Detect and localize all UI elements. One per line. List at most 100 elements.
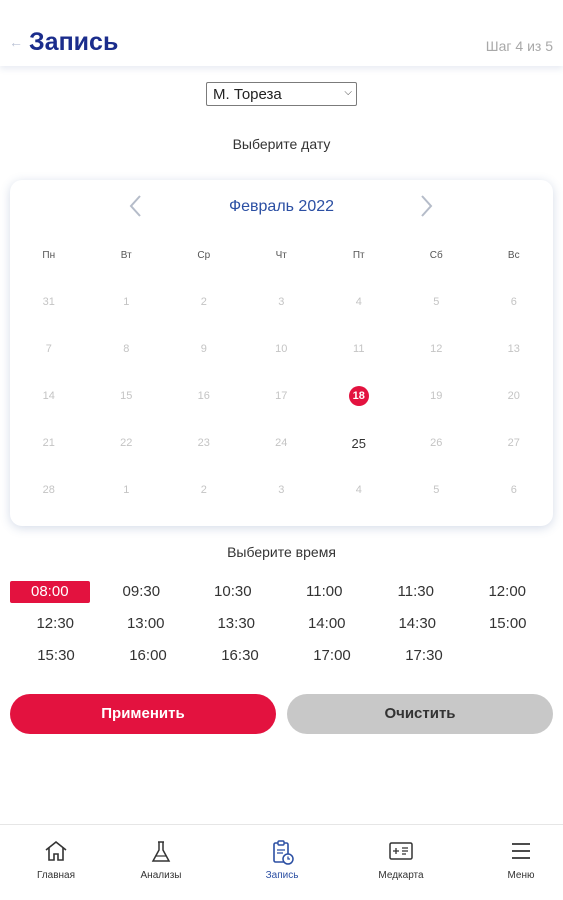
calendar-day: 13 [507, 343, 520, 355]
time-slot[interactable]: 12:00 [462, 579, 553, 611]
calendar-day: 22 [120, 437, 133, 449]
time-slot[interactable]: 16:00 [102, 643, 194, 675]
calendar-day: 11 [353, 343, 365, 355]
clipboard-icon [226, 839, 338, 865]
time-slot[interactable]: 13:30 [191, 611, 282, 643]
calendar-day: 31 [42, 296, 55, 308]
time-row: 15:30 16:00 16:30 17:00 17:30 [10, 643, 553, 675]
selected-day-marker: 18 [348, 386, 369, 406]
step-indicator: Шаг 4 из 5 [485, 38, 553, 54]
calendar-day: 1 [123, 296, 130, 308]
calendar-day: 2 [200, 484, 207, 496]
time-slot[interactable]: 17:00 [286, 643, 378, 675]
time-slot[interactable]: 10:30 [187, 579, 278, 611]
calendar-week: 7 8 9 10 11 12 13 [10, 326, 553, 373]
time-slot[interactable]: 09:30 [96, 579, 187, 611]
apply-button[interactable]: Применить [10, 694, 276, 734]
time-slot-selected[interactable]: 08:00 [10, 581, 90, 603]
calendar-day: 17 [275, 390, 288, 402]
chevron-right-icon[interactable] [414, 192, 438, 220]
calendar-day: 9 [200, 343, 207, 355]
clinic-select[interactable]: М. Тореза ⌵ [206, 82, 357, 106]
tab-medcard[interactable]: Медкарта [345, 825, 457, 900]
bottom-tab-bar: Главная Анализы Запись Медкарта Меню [0, 824, 563, 900]
calendar-week: 14 15 16 17 18 19 20 [10, 373, 553, 420]
calendar-day-available[interactable]: 25 [320, 420, 398, 467]
calendar-day: 16 [197, 390, 210, 402]
calendar: Февраль 2022 Пн Вт Ср Чт Пт Сб Вс 31 1 2… [10, 180, 553, 526]
tab-label: Меню [507, 870, 535, 881]
back-arrow-icon[interactable]: ← [9, 34, 23, 50]
time-slot[interactable]: 17:30 [378, 643, 470, 675]
calendar-day: 6 [510, 484, 517, 496]
time-slot[interactable]: 13:00 [101, 611, 192, 643]
calendar-day: 19 [430, 390, 443, 402]
weekday-label: Чт [275, 250, 287, 261]
tab-menu[interactable]: Меню [465, 825, 563, 900]
time-slot[interactable]: 11:00 [279, 579, 370, 611]
calendar-day: 10 [275, 343, 288, 355]
weekday-label: Вт [120, 250, 132, 261]
tab-home[interactable]: Главная [0, 825, 112, 900]
tab-appointment[interactable]: Запись [226, 825, 338, 900]
weekday-label: Ср [197, 250, 211, 261]
calendar-day: 12 [430, 343, 443, 355]
clinic-select-value: М. Тореза [213, 86, 282, 103]
calendar-week: 31 1 2 3 4 5 6 [10, 279, 553, 326]
time-slot[interactable]: 12:30 [10, 611, 101, 643]
calendar-day: 15 [120, 390, 133, 402]
app-header: ← Запись Шаг 4 из 5 [0, 0, 563, 66]
calendar-grid: Пн Вт Ср Чт Пт Сб Вс 31 1 2 3 4 5 6 7 8 … [10, 232, 553, 514]
tab-label: Анализы [140, 870, 182, 881]
calendar-day: 20 [507, 390, 520, 402]
time-label: Выберите время [227, 544, 336, 560]
time-slot[interactable]: 15:00 [463, 611, 554, 643]
calendar-day: 23 [197, 437, 210, 449]
calendar-day: 3 [278, 484, 285, 496]
home-icon [0, 839, 112, 865]
calendar-day: 5 [433, 484, 440, 496]
calendar-day: 24 [275, 437, 288, 449]
weekday-label: Сб [429, 250, 443, 261]
time-slot[interactable]: 15:30 [10, 643, 102, 675]
calendar-day: 6 [510, 296, 517, 308]
calendar-day: 4 [355, 296, 362, 308]
tab-label: Главная [36, 870, 76, 881]
time-slots: 08:00 09:30 10:30 11:00 11:30 12:00 12:3… [10, 579, 553, 675]
page-title: Запись [29, 28, 119, 56]
calendar-week: 21 22 23 24 25 26 27 [10, 420, 553, 467]
calendar-day: 8 [123, 343, 130, 355]
weekday-row: Пн Вт Ср Чт Пт Сб Вс [10, 232, 553, 279]
calendar-day: 21 [42, 437, 55, 449]
date-label: Выберите дату [232, 136, 331, 152]
medcard-icon [345, 839, 457, 865]
tab-label: Медкарта [378, 870, 424, 881]
time-slot[interactable]: 11:30 [370, 579, 461, 611]
clear-button[interactable]: Очистить [287, 694, 553, 734]
time-row: 08:00 09:30 10:30 11:00 11:30 12:00 [10, 579, 553, 611]
time-row: 12:30 13:00 13:30 14:00 14:30 15:00 [10, 611, 553, 643]
tab-analyses[interactable]: Анализы [105, 825, 217, 900]
calendar-month-title: Февраль 2022 [228, 198, 335, 215]
calendar-day-selected[interactable]: 18 [320, 373, 398, 420]
time-slot[interactable]: 14:00 [282, 611, 373, 643]
time-slot[interactable]: 14:30 [372, 611, 463, 643]
time-slot[interactable]: 16:30 [194, 643, 286, 675]
calendar-day: 2 [200, 296, 207, 308]
weekday-label: Пн [42, 250, 56, 261]
calendar-day: 5 [433, 296, 440, 308]
chevron-down-icon: ⌵ [344, 87, 352, 98]
weekday-label: Вс [507, 250, 520, 261]
menu-icon [465, 839, 563, 865]
tab-label: Запись [265, 870, 299, 881]
calendar-day: 3 [278, 296, 285, 308]
calendar-day: 1 [123, 484, 130, 496]
flask-icon [105, 839, 217, 865]
calendar-day: 28 [42, 484, 55, 496]
calendar-day: 26 [430, 437, 443, 449]
calendar-day: 7 [45, 343, 52, 355]
calendar-week: 28 1 2 3 4 5 6 [10, 467, 553, 514]
weekday-label: Пт [352, 250, 365, 261]
calendar-day: 4 [355, 484, 362, 496]
calendar-day: 14 [42, 390, 55, 402]
